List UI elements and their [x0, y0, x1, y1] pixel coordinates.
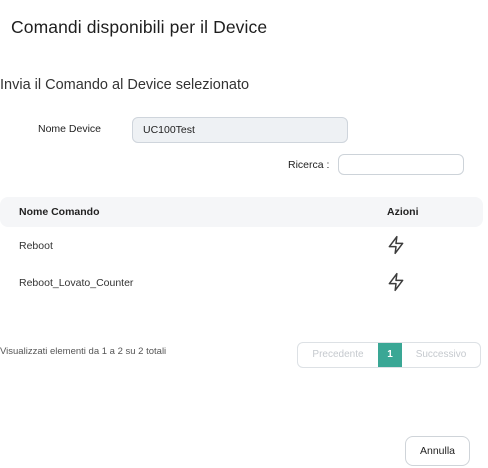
page-1-button[interactable]: 1	[378, 343, 402, 367]
command-name: Reboot_Lovato_Counter	[19, 277, 134, 289]
next-page-button[interactable]: Successivo	[402, 343, 480, 367]
command-name: Reboot	[19, 240, 53, 252]
previous-page-button[interactable]: Precedente	[298, 343, 378, 367]
column-header-actions: Azioni	[387, 206, 419, 218]
lightning-icon[interactable]	[386, 272, 406, 292]
search-label: Ricerca :	[288, 159, 330, 171]
cancel-button[interactable]: Annulla	[405, 436, 470, 466]
pagination: Precedente 1 Successivo	[297, 342, 481, 368]
column-header-name[interactable]: Nome Comando	[19, 206, 100, 218]
dialog-subtitle: Invia il Comando al Device selezionato	[0, 77, 250, 93]
pagination-info: Visualizzati elementi da 1 a 2 su 2 tota…	[0, 346, 167, 357]
device-name-field: UC100Test	[132, 117, 348, 143]
lightning-icon[interactable]	[386, 235, 406, 255]
search-input[interactable]	[338, 154, 464, 175]
device-name-label: Nome Device	[38, 123, 102, 135]
dialog-title: Comandi disponibili per il Device	[11, 17, 268, 37]
